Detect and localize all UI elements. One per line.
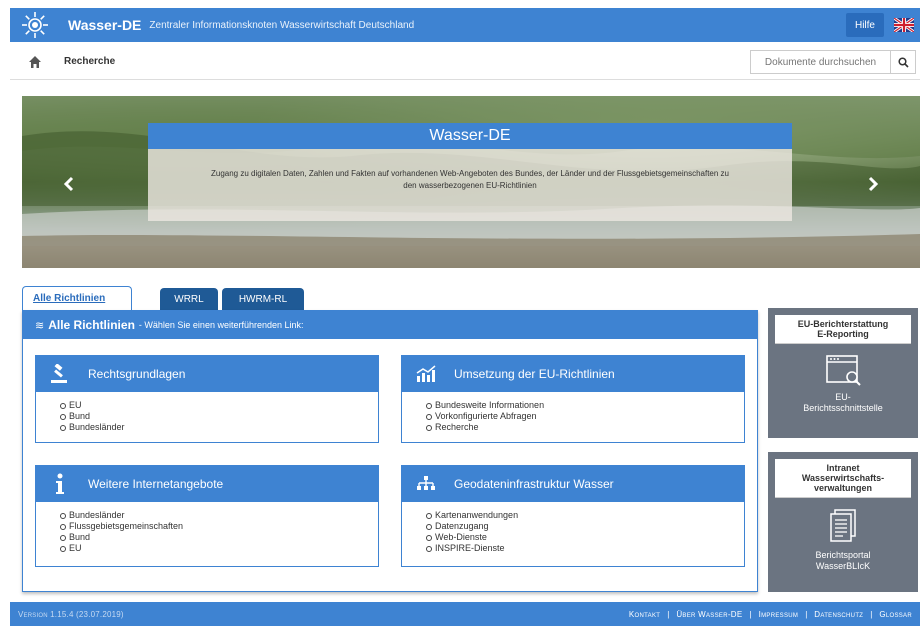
tab-hwrm-rl[interactable]: HWRM-RL xyxy=(222,288,304,310)
search-group xyxy=(750,50,916,74)
panel-title: Alle Richtlinien xyxy=(48,318,135,332)
document-icon xyxy=(830,509,856,542)
card-header[interactable]: Umsetzung der EU-Richtlinien xyxy=(402,356,744,392)
card-weitere-internetangebote: Weitere Internetangebote Bundesländer Fl… xyxy=(35,465,379,567)
footer: Version 1.15.4 (23.07.2019) Kontakt | Üb… xyxy=(10,602,920,626)
intranet-box[interactable]: Intranet Wasserwirtschafts- verwaltungen… xyxy=(768,452,918,592)
heading-line: verwaltungen xyxy=(813,483,872,493)
search-icon xyxy=(897,56,909,68)
chart-icon xyxy=(414,363,438,385)
search-button[interactable] xyxy=(890,50,916,74)
heading-line: EU-Berichterstattung xyxy=(797,319,889,329)
tab-panel: ≋ Alle Richtlinien - Wählen Sie einen we… xyxy=(22,310,758,592)
footer-link-datenschutz[interactable]: Datenschutz xyxy=(814,610,863,619)
waves-icon: ≋ xyxy=(35,319,45,332)
card-title: Geodateninfrastruktur Wasser xyxy=(454,477,614,491)
intranet-link[interactable]: Berichtsportal WasserBLIcK xyxy=(815,550,870,572)
list-item[interactable]: Kartenanwendungen xyxy=(426,510,744,521)
card-header[interactable]: Rechtsgrundlagen xyxy=(36,356,378,392)
heading-line: Wasserwirtschafts- xyxy=(801,473,885,483)
link-line: EU- xyxy=(835,392,851,402)
footer-link-kontakt[interactable]: Kontakt xyxy=(629,610,660,619)
hero-title: Wasser-DE xyxy=(148,123,792,149)
separator: | xyxy=(805,609,808,619)
list-item[interactable]: Web-Dienste xyxy=(426,532,744,543)
intranet-body: Berichtsportal WasserBLIcK xyxy=(769,498,917,572)
version-label: Version 1.15.4 (23.07.2019) xyxy=(18,609,124,619)
list-item[interactable]: Bund xyxy=(60,532,378,543)
help-button[interactable]: Hilfe xyxy=(845,13,884,37)
brand-title[interactable]: Wasser-DE xyxy=(68,17,141,33)
hero-text: Zugang zu digitalen Daten, Zahlen und Fa… xyxy=(211,169,729,190)
card-geodateninfrastruktur: Geodateninfrastruktur Wasser Kartenanwen… xyxy=(401,465,745,567)
list-item[interactable]: Recherche xyxy=(426,422,744,433)
list-item[interactable]: EU xyxy=(60,400,378,411)
card-title: Weitere Internetangebote xyxy=(88,477,224,491)
link-line: Berichtsportal xyxy=(815,550,871,560)
link-list: Kartenanwendungen Datenzugang Web-Dienst… xyxy=(402,502,744,562)
e-reporting-body: EU- Berichtsschnittstelle xyxy=(769,344,917,414)
panel-header: ≋ Alle Richtlinien - Wählen Sie einen we… xyxy=(23,311,757,339)
list-item[interactable]: Bundesländer xyxy=(60,422,378,433)
separator: | xyxy=(749,609,752,619)
tab-bar: Alle Richtlinien WRRL HWRM-RL xyxy=(22,286,308,310)
hero-carousel: Wasser-DE Zugang zu digitalen Daten, Zah… xyxy=(22,96,920,268)
link-line: WasserBLIcK xyxy=(815,561,871,571)
carousel-next-icon[interactable] xyxy=(866,176,880,192)
browser-search-icon xyxy=(826,355,861,386)
panel-desc: - Wählen Sie einen weiterführenden Link: xyxy=(138,320,304,330)
card-umsetzung: Umsetzung der EU-Richtlinien Bundesweite… xyxy=(401,355,745,443)
card-title: Umsetzung der EU-Richtlinien xyxy=(454,367,615,381)
intranet-heading: Intranet Wasserwirtschafts- verwaltungen xyxy=(775,459,911,498)
uk-flag-icon[interactable] xyxy=(894,18,914,32)
card-rechtsgrundlagen: Rechtsgrundlagen EU Bund Bundesländer xyxy=(35,355,379,443)
card-header[interactable]: Weitere Internetangebote xyxy=(36,466,378,502)
list-item[interactable]: Vorkonfigurierte Abfragen xyxy=(426,411,744,422)
link-line: Berichtsschnittstelle xyxy=(803,403,883,413)
list-item[interactable]: INSPIRE-Dienste xyxy=(426,543,744,554)
footer-link-glossar[interactable]: Glossar xyxy=(879,610,912,619)
gavel-icon xyxy=(48,363,72,385)
brand-subtitle: Zentraler Informationsknoten Wasserwirts… xyxy=(149,19,415,31)
info-icon xyxy=(48,473,72,495)
breadcrumb-recherche[interactable]: Recherche xyxy=(64,56,115,67)
heading-line: E-Reporting xyxy=(817,329,869,339)
card-title: Rechtsgrundlagen xyxy=(88,367,186,381)
card-header[interactable]: Geodateninfrastruktur Wasser xyxy=(402,466,744,502)
search-input[interactable] xyxy=(750,50,890,74)
list-item[interactable]: Bund xyxy=(60,411,378,422)
e-reporting-box[interactable]: EU-Berichterstattung E-Reporting EU- Ber… xyxy=(768,308,918,438)
heading-line: Intranet xyxy=(826,463,860,473)
footer-links: Kontakt | Über Wasser-DE | Impressum | D… xyxy=(629,610,912,619)
nav-bar: Recherche xyxy=(10,44,920,80)
sitemap-icon xyxy=(414,473,438,495)
link-list: Bundesweite Informationen Vorkonfigurier… xyxy=(402,392,744,441)
footer-link-ueber[interactable]: Über Wasser-DE xyxy=(676,610,742,619)
tab-alle-richtlinien[interactable]: Alle Richtlinien xyxy=(22,286,132,310)
hero-caption: Wasser-DE Zugang zu digitalen Daten, Zah… xyxy=(148,123,792,221)
home-icon[interactable] xyxy=(28,55,42,69)
list-item[interactable]: Flussgebietsgemeinschaften xyxy=(60,521,378,532)
logo-icon[interactable] xyxy=(18,8,52,42)
top-header: Wasser-DE Zentraler Informationsknoten W… xyxy=(10,8,920,42)
carousel-prev-icon[interactable] xyxy=(62,176,76,192)
list-item[interactable]: Datenzugang xyxy=(426,521,744,532)
footer-link-impressum[interactable]: Impressum xyxy=(759,610,799,619)
separator: | xyxy=(870,609,873,619)
separator: | xyxy=(667,609,670,619)
e-reporting-heading: EU-Berichterstattung E-Reporting xyxy=(775,315,911,344)
link-list: EU Bund Bundesländer xyxy=(36,392,378,441)
list-item[interactable]: EU xyxy=(60,543,378,554)
list-item[interactable]: Bundesweite Informationen xyxy=(426,400,744,411)
e-reporting-link[interactable]: EU- Berichtsschnittstelle xyxy=(803,392,883,414)
link-list: Bundesländer Flussgebietsgemeinschaften … xyxy=(36,502,378,562)
list-item[interactable]: Bundesländer xyxy=(60,510,378,521)
tab-wrrl[interactable]: WRRL xyxy=(160,288,218,310)
